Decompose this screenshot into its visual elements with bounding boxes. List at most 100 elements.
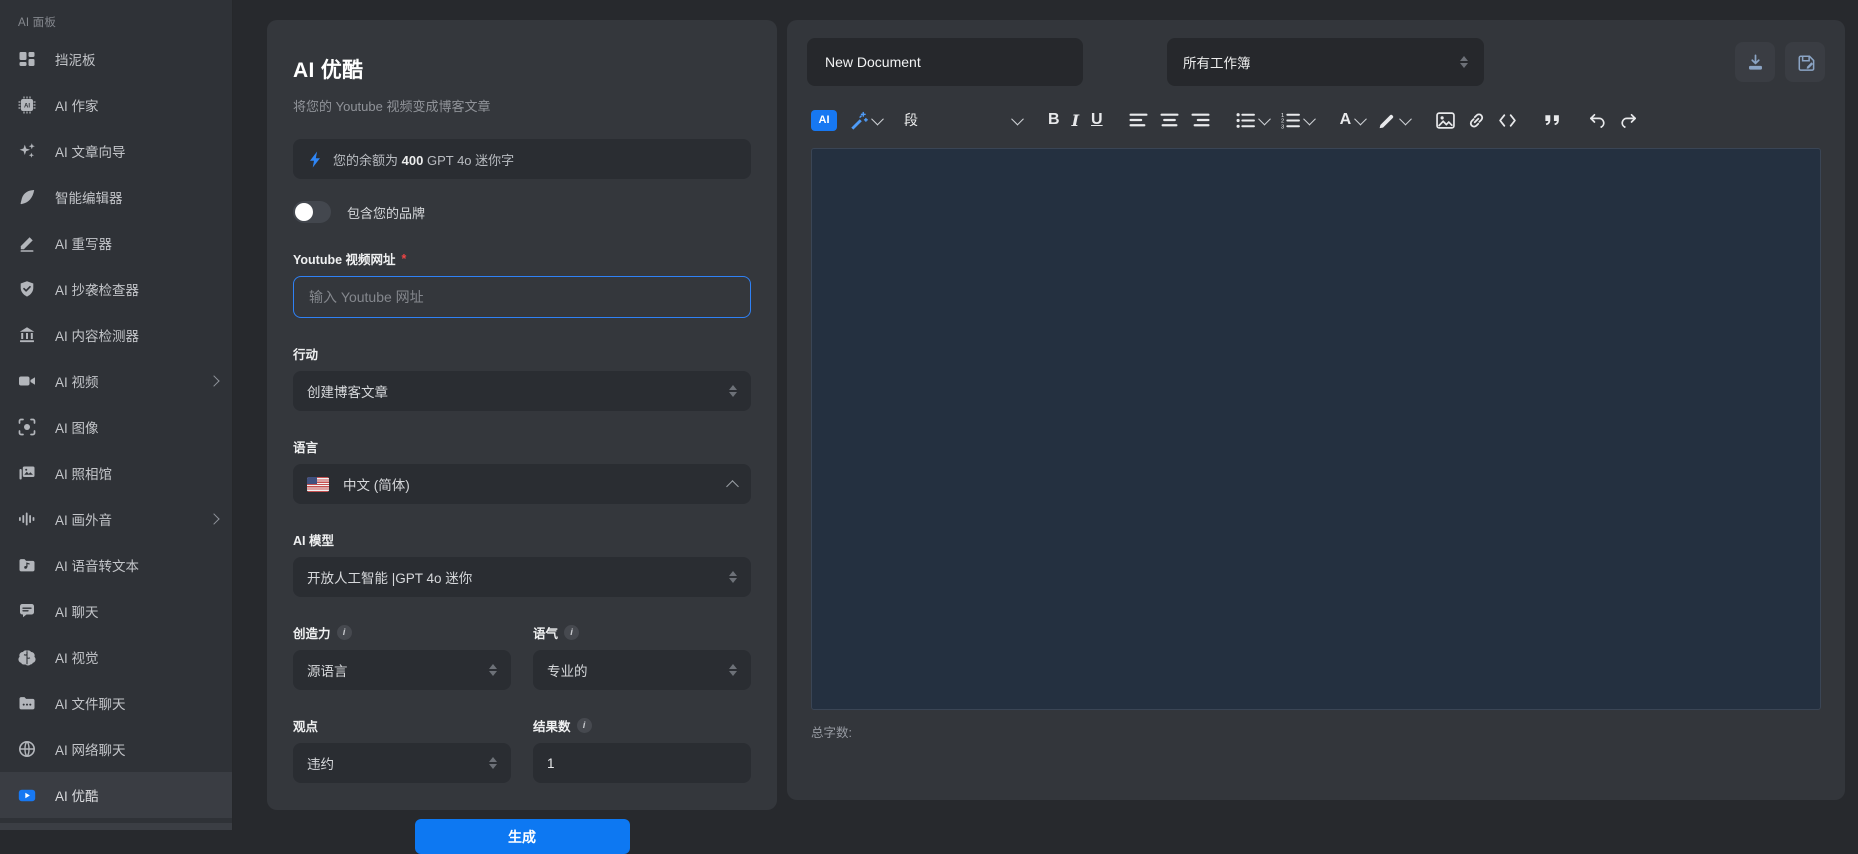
undo-icon[interactable] (1588, 111, 1607, 130)
video-camera-icon (18, 372, 36, 390)
sidebar-item-smart-editor[interactable]: 智能编辑器 (0, 174, 232, 220)
generate-button[interactable]: 生成 (415, 819, 630, 854)
sidebar-item-ai-vision[interactable]: AI 视觉 (0, 634, 232, 680)
sidebar-item-file-chat[interactable]: AI 文件聊天 (0, 680, 232, 726)
insert-image-icon[interactable] (1436, 111, 1455, 130)
toggle-knob (295, 203, 313, 221)
action-select[interactable]: 创建博客文章 (293, 371, 751, 411)
model-label: AI 模型 (293, 530, 751, 549)
sidebar-item-ai-video[interactable]: AI 视频 (0, 358, 232, 404)
action-field: 行动 创建博客文章 (293, 344, 751, 411)
save-button[interactable] (1785, 42, 1825, 82)
youtube-url-input[interactable] (293, 276, 751, 318)
sidebar-item-plagiarism-checker[interactable]: AI 抄袭检查器 (0, 266, 232, 312)
language-select[interactable]: 中文 (简体) (293, 464, 751, 504)
sidebar-next-item-edge (0, 823, 232, 830)
sidebar-item-voiceover[interactable]: AI 画外音 (0, 496, 232, 542)
select-arrows-icon (729, 664, 737, 676)
chevron-down-icon (1011, 112, 1024, 125)
sidebar-item-ai-youtube[interactable]: AI 优酷 (0, 772, 232, 818)
photo-gallery-icon (18, 464, 36, 482)
sidebar-item-content-detector[interactable]: AI 内容检测器 (0, 312, 232, 358)
document-title-input[interactable] (807, 38, 1083, 86)
sidebar-item-label: AI 聊天 (55, 601, 99, 621)
tone-label: 语气 (533, 623, 558, 642)
sidebar-item-rewriter[interactable]: AI 重写器 (0, 220, 232, 266)
results-input[interactable] (533, 743, 751, 783)
download-button[interactable] (1735, 42, 1775, 82)
sidebar-item-label: AI 内容检测器 (55, 325, 139, 345)
chevron-down-icon (1303, 112, 1316, 125)
word-count: 总字数: (811, 722, 1845, 741)
editor-toolbar: AI 段 B I U 123 A (811, 102, 1821, 138)
balance-text: 您的余额为 400 GPT 4o 迷你字 (333, 150, 514, 169)
magic-wand-dropdown[interactable] (849, 111, 882, 130)
sidebar-item-label: AI 抄袭检查器 (55, 279, 139, 299)
quill-icon (18, 188, 36, 206)
sidebar-item-label: AI 图像 (55, 417, 99, 437)
text-color-dropdown[interactable]: A (1340, 111, 1366, 129)
language-field: 语言 中文 (简体) (293, 437, 751, 504)
bank-icon (18, 326, 36, 344)
shield-check-icon (18, 280, 36, 298)
page-subtitle: 将您的 Youtube 视频变成博客文章 (293, 96, 751, 115)
balance-banner: 您的余额为 400 GPT 4o 迷你字 (293, 139, 751, 179)
brand-toggle[interactable] (293, 201, 331, 223)
tone-field: 语气 专业的 (533, 623, 751, 690)
magic-wand-icon (849, 111, 868, 130)
generator-panel: AI 优酷 将您的 Youtube 视频变成博客文章 您的余额为 400 GPT… (267, 20, 777, 810)
sidebar-item-dashboard[interactable]: 挡泥板 (0, 36, 232, 82)
chevron-down-icon (871, 112, 884, 125)
brand-toggle-label: 包含您的品牌 (347, 203, 425, 222)
sidebar-item-ai-writer[interactable]: AI AI 作家 (0, 82, 232, 128)
numbered-list-dropdown[interactable]: 123 (1281, 111, 1314, 130)
select-arrows-icon (489, 664, 497, 676)
results-label: 结果数 (533, 716, 571, 735)
bullet-list-dropdown[interactable] (1236, 111, 1269, 130)
workbook-select[interactable]: 所有工作簿 (1167, 38, 1484, 86)
svg-text:AI: AI (24, 103, 30, 109)
viewpoint-select[interactable]: 违约 (293, 743, 511, 783)
bold-button[interactable]: B (1048, 111, 1060, 129)
highlight-dropdown[interactable] (1377, 111, 1410, 130)
ai-tools-button[interactable]: AI (811, 110, 837, 131)
sidebar-item-label: AI 重写器 (55, 233, 112, 253)
language-label: 语言 (293, 437, 751, 456)
youtube-icon (18, 786, 36, 804)
tone-select[interactable]: 专业的 (533, 650, 751, 690)
sidebar-item-label: AI 视频 (55, 371, 99, 391)
underline-button[interactable]: U (1091, 111, 1103, 129)
sidebar-item-ai-image[interactable]: AI 图像 (0, 404, 232, 450)
creativity-select[interactable]: 源语言 (293, 650, 511, 690)
blockquote-icon[interactable] (1543, 111, 1562, 130)
ai-chip-icon: AI (18, 96, 36, 114)
model-select[interactable]: 开放人工智能 |GPT 4o 迷你 (293, 557, 751, 597)
info-icon (337, 625, 352, 640)
sidebar-item-label: AI 视觉 (55, 647, 99, 667)
lightning-icon (308, 151, 323, 168)
sidebar-item-web-chat[interactable]: AI 网络聊天 (0, 726, 232, 772)
code-icon[interactable] (1498, 111, 1517, 130)
options-row-2: 观点 违约 结果数 (293, 716, 751, 783)
sidebar-item-ai-chat[interactable]: AI 聊天 (0, 588, 232, 634)
align-center-icon[interactable] (1160, 111, 1179, 130)
redo-icon[interactable] (1619, 111, 1638, 130)
chevron-right-icon (208, 513, 219, 524)
chevron-down-icon (1354, 112, 1367, 125)
sidebar-item-speech-to-text[interactable]: AI 语音转文本 (0, 542, 232, 588)
italic-button[interactable]: I (1072, 111, 1079, 130)
align-left-icon[interactable] (1129, 111, 1148, 130)
sidebar-item-photo-studio[interactable]: AI 照相馆 (0, 450, 232, 496)
globe-icon (18, 740, 36, 758)
action-label: 行动 (293, 344, 751, 363)
paragraph-format-select[interactable]: 段 (904, 110, 1022, 130)
align-right-icon[interactable] (1191, 111, 1210, 130)
insert-link-icon[interactable] (1467, 111, 1486, 130)
editor-canvas[interactable] (811, 148, 1821, 710)
editor-header-actions (1735, 42, 1825, 82)
info-icon (577, 718, 592, 733)
sidebar-item-article-wizard[interactable]: AI 文章向导 (0, 128, 232, 174)
sidebar-item-label: AI 网络聊天 (55, 739, 126, 759)
chat-bubble-icon (18, 602, 36, 620)
sidebar-item-label: 智能编辑器 (55, 187, 123, 207)
